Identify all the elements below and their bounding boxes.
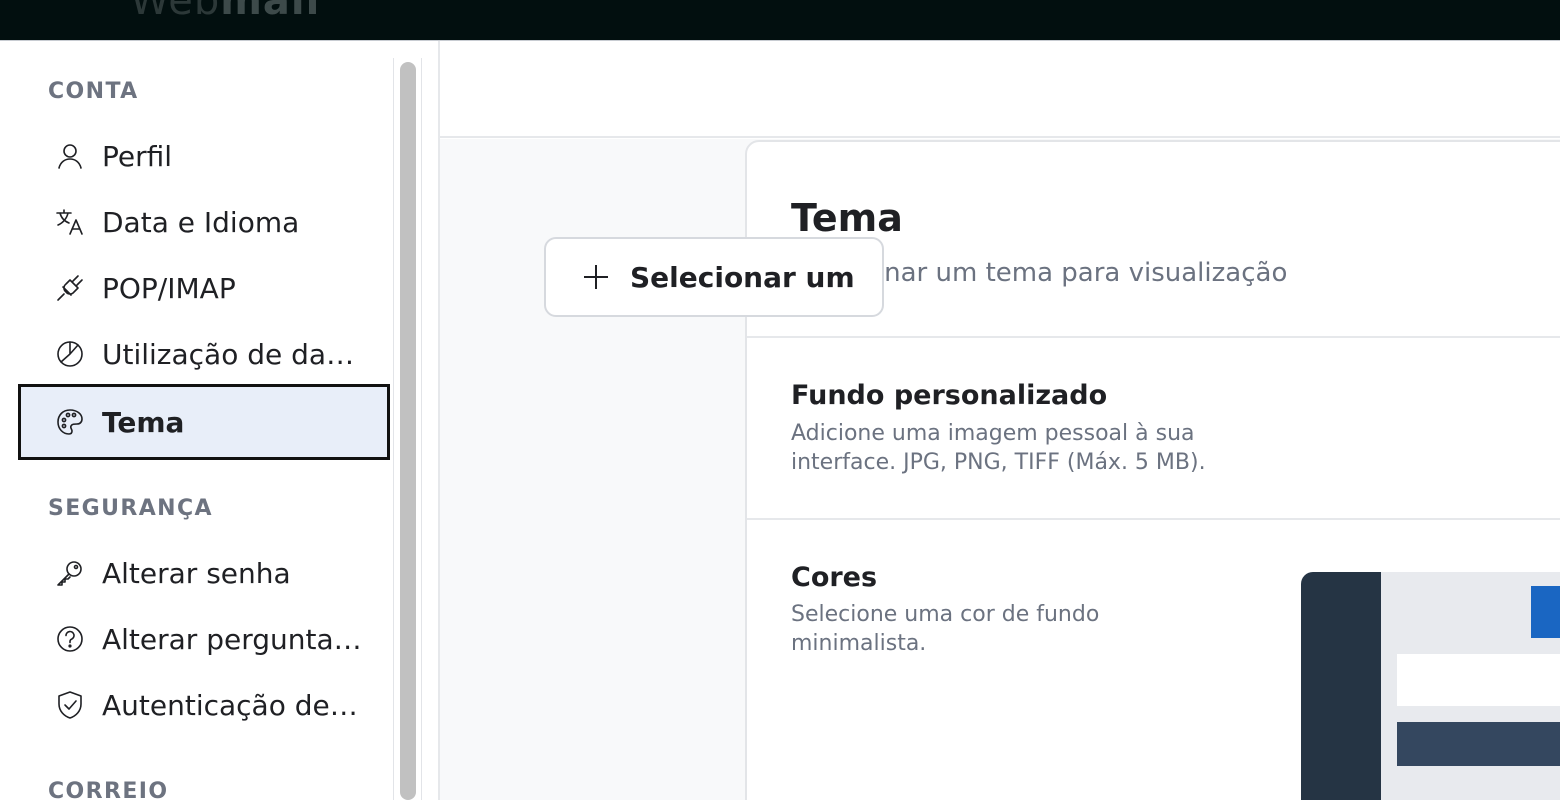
preview-dark-bar: [1397, 722, 1560, 766]
section-divider: [747, 518, 1560, 520]
sidebar-divider: [421, 58, 422, 800]
logo-bold-text: mail: [220, 0, 321, 24]
main-header: [440, 41, 1560, 138]
question-circle-icon: [52, 621, 88, 657]
sidebar-item-label: Tema: [102, 405, 185, 439]
sidebar-item-alterar-pergunta[interactable]: Alterar pergunta ...: [18, 606, 390, 672]
user-icon: [52, 138, 88, 174]
key-icon: [52, 555, 88, 591]
sidebar-item-utilizacao-dados[interactable]: Utilização de dad...: [18, 321, 390, 387]
sidebar-scrollbar[interactable]: [400, 62, 416, 800]
sidebar-item-label: Alterar pergunta ...: [102, 622, 362, 656]
sidebar-item-tema[interactable]: Tema: [18, 384, 390, 460]
section-divider: [747, 336, 1560, 338]
sidebar-item-label: Perfil: [102, 139, 173, 173]
select-image-button-label: Selecionar um: [630, 260, 855, 294]
sidebar-item-label: Data e Idioma: [102, 205, 300, 239]
colors-title: Cores: [791, 562, 878, 593]
sidebar-item-autenticacao[interactable]: Autenticação de ...: [18, 672, 390, 738]
theme-color-preview[interactable]: [1301, 572, 1560, 800]
top-bar: Webmail: [0, 0, 1560, 41]
sidebar-item-perfil[interactable]: Perfil: [18, 123, 390, 189]
settings-sidebar: CONTA Perfil Data e Idioma POP/IMAP Util…: [0, 41, 394, 800]
sidebar-divider: [393, 58, 394, 800]
sidebar-item-label: POP/IMAP: [102, 271, 236, 305]
pie-chart-icon: [52, 336, 88, 372]
colors-description: Selecione uma cor de fundo minimalista.: [791, 602, 1100, 656]
translate-icon: [52, 204, 88, 240]
section-title-seguranca: SEGURANÇA: [48, 496, 213, 521]
app-logo[interactable]: Webmail: [130, 0, 320, 24]
logo-light-text: Web: [130, 0, 221, 24]
plug-icon: [52, 270, 88, 306]
custom-background-description: Adicione uma imagem pessoal à sua interf…: [791, 421, 1206, 475]
preview-content-bar: [1397, 654, 1560, 706]
shield-check-icon: [52, 687, 88, 723]
sidebar-item-label: Autenticação de ...: [102, 688, 362, 722]
page-title: Tema: [791, 196, 903, 240]
sidebar-item-label: Utilização de dad...: [102, 337, 362, 371]
preview-sidebar: [1301, 572, 1381, 800]
section-title-correio: CORREIO: [48, 779, 169, 800]
section-title-conta: CONTA: [48, 79, 139, 104]
sidebar-item-label: Alterar senha: [102, 556, 291, 590]
select-image-button[interactable]: Selecionar um: [544, 237, 884, 317]
preview-accent: [1531, 586, 1560, 638]
sidebar-item-alterar-senha[interactable]: Alterar senha: [18, 540, 390, 606]
palette-icon: [52, 404, 88, 440]
plus-icon: [580, 261, 612, 293]
custom-background-title: Fundo personalizado: [791, 380, 1108, 411]
sidebar-item-data-idioma[interactable]: Data e Idioma: [18, 189, 390, 255]
sidebar-item-pop-imap[interactable]: POP/IMAP: [18, 255, 390, 321]
